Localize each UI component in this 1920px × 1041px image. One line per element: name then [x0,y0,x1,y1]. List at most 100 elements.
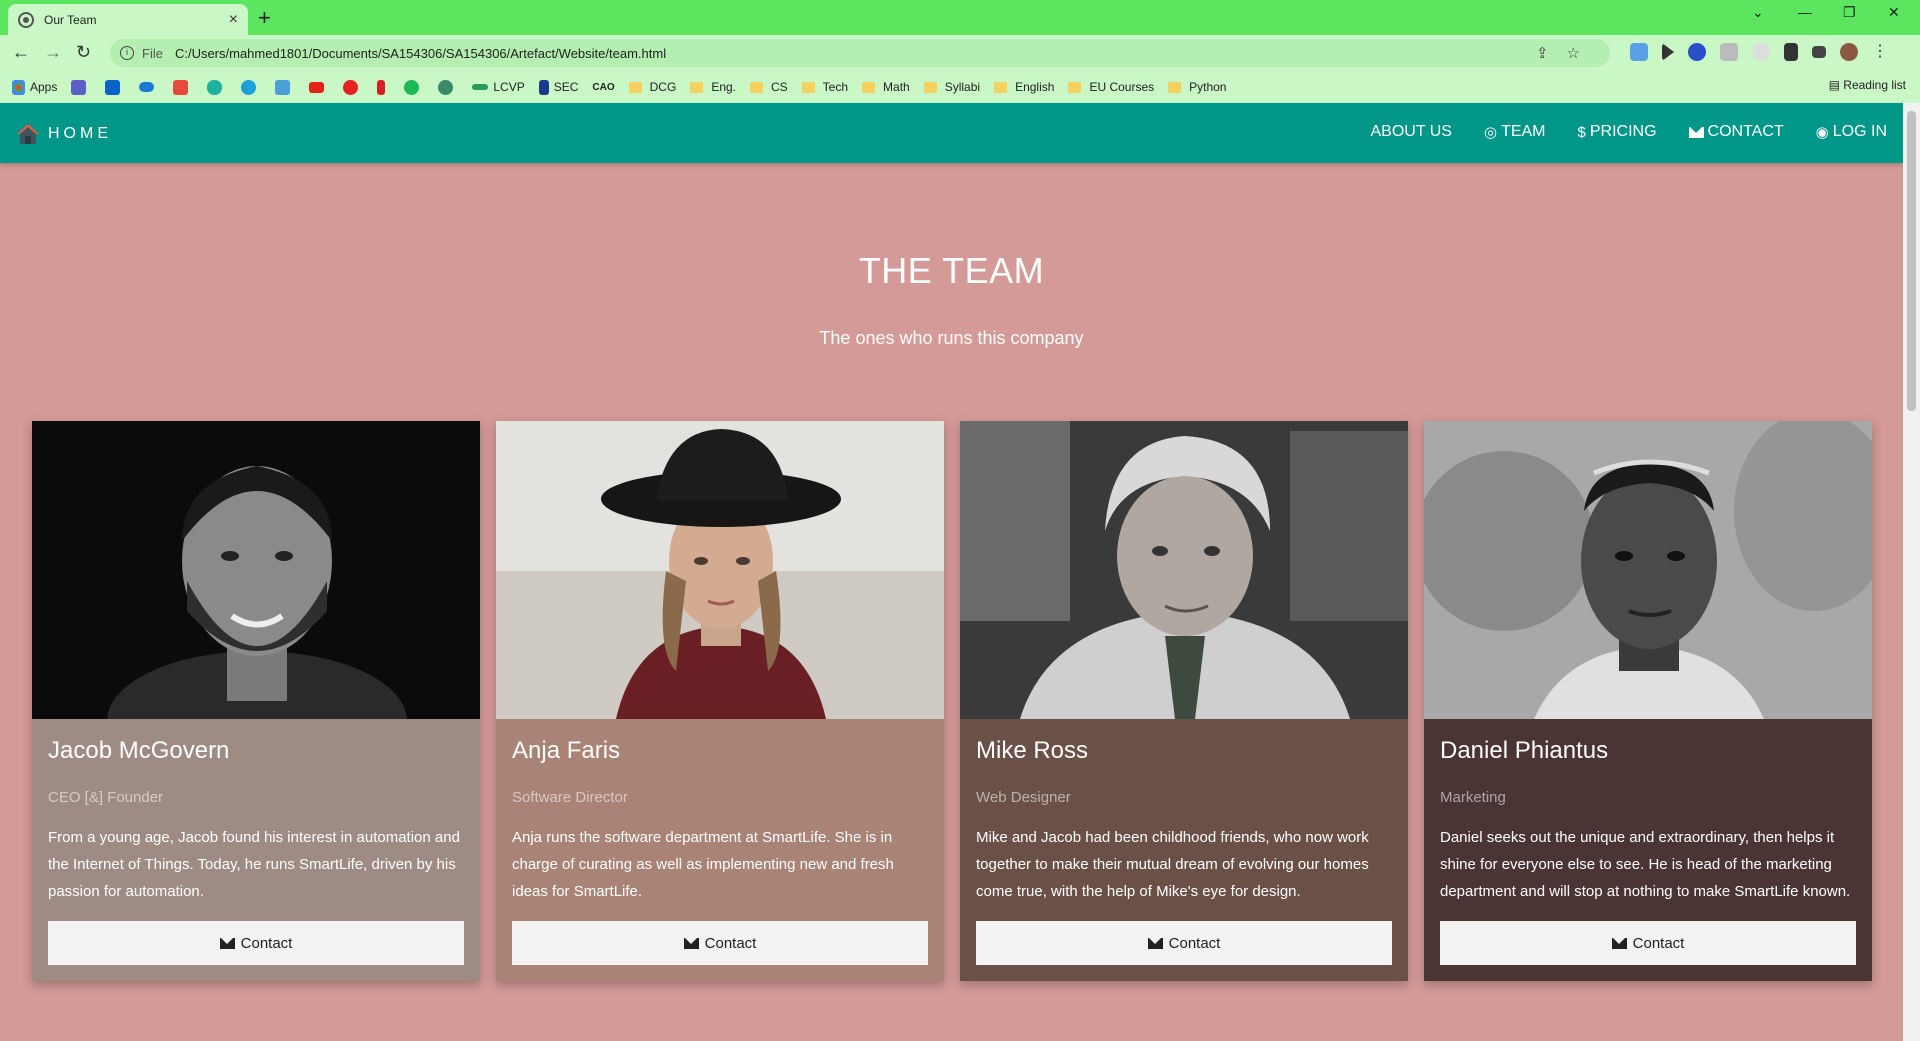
tab-title: Our Team [44,12,97,27]
avatar[interactable] [1840,43,1858,61]
forward-icon[interactable]: → [44,42,62,63]
bookmark-folder-eu-courses[interactable]: EU Courses [1068,80,1154,94]
nav-contact[interactable]: CONTACT [1688,123,1784,141]
house-icon [17,124,39,144]
tab-search-icon[interactable]: ⌄ [1752,4,1764,21]
team-photo-daniel [1424,421,1872,719]
team-card-daniel: Daniel Phiantus Marketing Daniel seeks o… [1424,421,1872,981]
team-photo-mike [960,421,1408,719]
member-name: Jacob McGovern [48,737,230,764]
media-icon[interactable] [1812,46,1826,58]
dollar-icon: $ [1577,123,1586,141]
page-scrollbar[interactable] [1903,103,1920,1041]
bookmark-folder-eng[interactable]: Eng. [690,80,736,94]
info-icon[interactable]: i [120,46,134,60]
bookmark-classroom-icon[interactable] [275,79,295,95]
play-extension-icon[interactable] [1662,43,1674,61]
team-photo-jacob [32,421,480,719]
contact-button[interactable]: Contact [1440,921,1856,965]
bookmark-folder-tech[interactable]: Tech [801,80,848,94]
envelope-icon [683,937,699,949]
member-name: Anja Faris [512,737,621,764]
envelope-icon [1611,937,1627,949]
bookmark-shield-icon[interactable] [207,79,227,95]
folder-icon [801,81,815,93]
extension-icon[interactable] [1720,43,1738,61]
envelope-icon [1147,937,1163,949]
bookmark-folder-math[interactable]: Math [862,80,910,94]
scrollbar-thumb[interactable] [1907,111,1916,411]
browser-tab-strip: Our Team × + ⌄ — ❐ ✕ [0,0,1920,35]
bookmark-folder-english[interactable]: English [994,80,1054,94]
extension-icon[interactable] [1688,43,1706,61]
window-close-icon[interactable]: ✕ [1888,4,1900,21]
handshake-icon: ◎ [1483,124,1498,141]
contact-button[interactable]: Contact [48,921,464,965]
extensions-area: ⋮ [1630,43,1888,61]
bookmark-sec[interactable]: SEC [538,79,578,95]
nav-team[interactable]: ◎ TEAM [1484,123,1546,141]
menu-icon[interactable]: ⋮ [1872,43,1888,61]
member-bio: From a young age, Jacob found his intere… [48,829,460,900]
bookmark-outlook-icon[interactable] [105,79,125,95]
bookmark-onedrive-icon[interactable] [139,82,159,92]
new-tab-button[interactable]: + [258,5,271,31]
folder-icon [690,81,704,93]
member-role: Web Designer [976,789,1071,806]
folder-icon [923,81,937,93]
bookmark-folder-cs[interactable]: CS [750,80,788,94]
nav-log-in[interactable]: ◉ LOG IN [1816,123,1887,141]
share-and-bookmark-icons[interactable]: ⇪☆ [1536,44,1598,62]
bookmark-lcvp[interactable]: LCVP [472,80,525,94]
url-bar[interactable]: i File C:/Users/mahmed1801/Documents/SA1… [110,39,1610,67]
team-card-anja: Anja Faris Software Director Anja runs t… [496,421,944,981]
bookmark-gmail-icon[interactable] [173,79,193,95]
team-card-jacob: Jacob McGovern CEO [&] Founder From a yo… [32,421,480,981]
bookmark-edge-icon[interactable] [241,79,261,95]
member-bio: Anja runs the software department at Sma… [512,829,894,900]
nav-pricing[interactable]: $ PRICING [1578,123,1657,141]
globe-icon [18,11,34,28]
bookmark-netflix-icon[interactable] [377,79,390,95]
page-title: THE TEAM [858,250,1045,291]
member-name: Daniel Phiantus [1440,737,1609,764]
puzzle-icon[interactable] [1784,43,1798,61]
user-circle-icon: ◉ [1815,124,1829,141]
bookmark-chatgpt-icon[interactable] [438,79,458,95]
reload-icon[interactable]: ↻ [76,42,91,63]
bookmark-folder-syllabi[interactable]: Syllabi [923,80,980,94]
home-link[interactable]: HOME [16,123,112,145]
apps-grid-icon [12,79,25,95]
extension-icon[interactable] [1752,43,1770,61]
bookmark-teams-icon[interactable] [71,79,91,95]
bookmark-folder-python[interactable]: Python [1168,80,1226,94]
bookmark-youtube-icon[interactable] [309,81,329,93]
member-bio: Mike and Jacob had been childhood friend… [976,829,1369,900]
contact-button[interactable]: Contact [512,921,928,965]
minimize-icon[interactable]: — [1798,4,1812,20]
contact-button[interactable]: Contact [976,921,1392,965]
bookmark-apps[interactable]: Apps [12,79,57,95]
nav-about-us[interactable]: ABOUT US [1370,123,1452,141]
member-bio: Daniel seeks out the unique and extraord… [1440,829,1851,900]
envelope-icon [219,937,235,949]
bookmark-cao[interactable]: CAO [592,82,614,93]
restore-icon[interactable]: ❐ [1843,4,1856,21]
reading-list-button[interactable]: ▤ Reading list [1829,78,1906,92]
extension-icon[interactable] [1630,43,1648,61]
back-icon[interactable]: ← [12,42,30,63]
bookmark-spotify-icon[interactable] [404,79,424,95]
page-subtitle: The ones who runs this company [819,328,1084,348]
browser-tab[interactable]: Our Team × [8,4,248,35]
close-tab-icon[interactable]: × [229,11,238,29]
bookmarks-bar: Apps LCVP SEC CAO DCG Eng. CS Tech Math … [0,71,1920,103]
nav-links: ABOUT US ◎ TEAM $ PRICING CONTACT ◉ LOG … [1370,123,1887,141]
protocol-label: File [142,45,163,61]
member-name: Mike Ross [976,737,1089,764]
url-text[interactable]: C:/Users/mahmed1801/Documents/SA154306/S… [175,46,666,61]
envelope-icon [1688,126,1704,138]
bookmark-folder-dcg[interactable]: DCG [628,80,676,94]
folder-icon [750,81,763,93]
folder-icon [1168,81,1182,93]
bookmark-music-icon[interactable] [343,79,363,95]
